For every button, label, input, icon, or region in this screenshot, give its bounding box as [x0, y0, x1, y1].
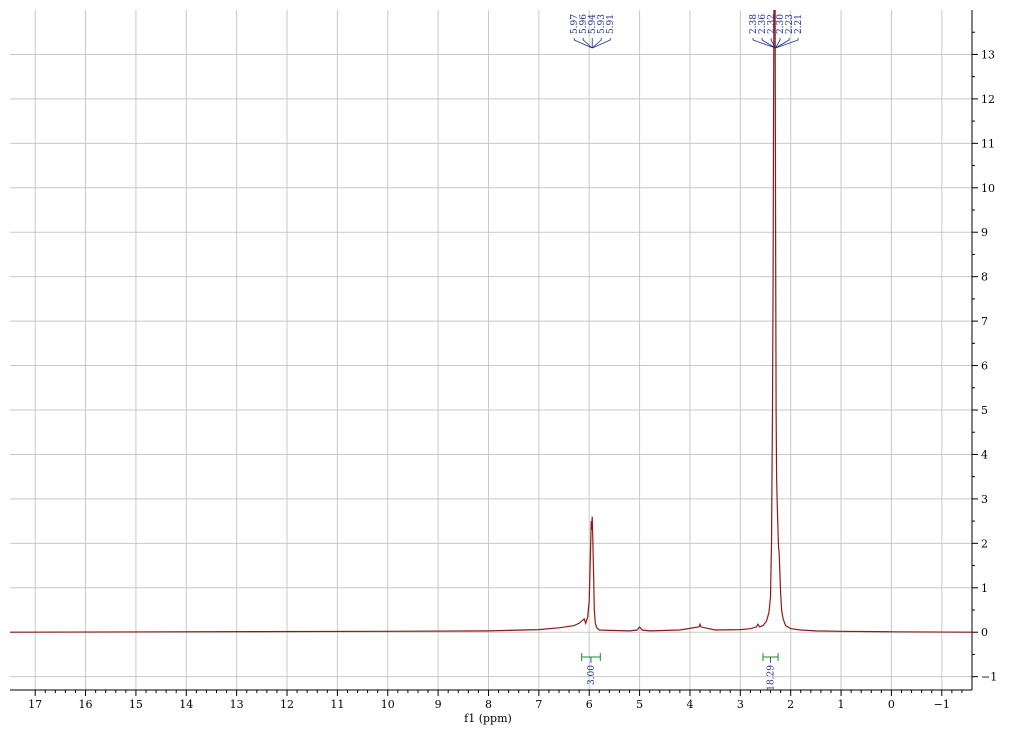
- y-tick-label: 10: [981, 182, 995, 195]
- integral-value: 3.00: [587, 665, 597, 685]
- peak-label-leader: [582, 38, 593, 49]
- y-tick-label: 11: [981, 137, 995, 150]
- x-tick-label: 9: [435, 698, 442, 711]
- y-tick-label: 0: [981, 626, 988, 639]
- x-tick-label: 15: [129, 698, 143, 711]
- y-tick-label: 13: [981, 48, 995, 61]
- y-tick-label: 5: [981, 404, 988, 417]
- nmr-spectrum-chart: 17 16 15 14 13 12 11 10 9 8 7 6 5 4 3 2 1 0 −1−10123456789…: [10, 10, 997, 725]
- y-tick-label: 1: [981, 582, 988, 595]
- peak-label-leader: [775, 38, 790, 49]
- grid-layer: [10, 10, 972, 690]
- x-tick-label: 4: [686, 698, 693, 711]
- axis-layer: 17 16 15 14 13 12 11 10 9 8 7 6 5 4 3 2 1 0 −1−10123456789…: [10, 10, 997, 711]
- y-tick-label: 2: [981, 537, 988, 550]
- x-tick-label: 8: [485, 698, 492, 711]
- y-tick-label: 3: [981, 493, 988, 506]
- y-tick-label: 9: [981, 226, 988, 239]
- y-tick-label: 8: [981, 271, 988, 284]
- x-tick-label: 1: [838, 698, 845, 711]
- x-tick-label: 12: [280, 698, 294, 711]
- peak-label: 5.91: [606, 14, 616, 34]
- x-tick-label: 0: [888, 698, 895, 711]
- x-tick-label: 6: [586, 698, 593, 711]
- integral-value: 18.29: [767, 665, 777, 691]
- x-tick-label: 11: [330, 698, 344, 711]
- annotation-layer: 5.97 5.96 5.94 5.93 5.91 2.38 2.36 2.32 2.30 2.23…: [570, 14, 804, 691]
- x-tick-label: −1: [934, 698, 950, 711]
- x-tick-label: 16: [79, 698, 93, 711]
- y-tick-label: 12: [981, 93, 995, 106]
- nmr-spectrum-figure: 17 16 15 14 13 12 11 10 9 8 7 6 5 4 3 2 1 0 −1 −1 0 1 2 3 4 5 6 7 8 9…: [0, 0, 1024, 731]
- spectrum-line: [10, 10, 972, 633]
- y-tick-label: 6: [981, 360, 988, 373]
- x-tick-label: 17: [28, 698, 42, 711]
- peak-label-leader: [775, 38, 799, 49]
- y-tick-label: 4: [981, 448, 988, 461]
- x-tick-label: 10: [381, 698, 395, 711]
- y-tick-label: 7: [981, 315, 988, 328]
- x-tick-label: 2: [787, 698, 794, 711]
- x-tick-label: 7: [535, 698, 542, 711]
- x-tick-label: 14: [179, 698, 193, 711]
- x-tick-label: 3: [737, 698, 744, 711]
- peak-label: 2.21: [794, 14, 804, 34]
- x-tick-label: 13: [230, 698, 244, 711]
- x-tick-label: 5: [636, 698, 643, 711]
- peak-label-leader: [591, 38, 602, 49]
- y-tick-label: −1: [981, 671, 997, 684]
- plot-layer: [10, 10, 972, 633]
- peak-label-leader: [752, 38, 776, 49]
- x-axis-label: f1 (ppm): [464, 712, 512, 725]
